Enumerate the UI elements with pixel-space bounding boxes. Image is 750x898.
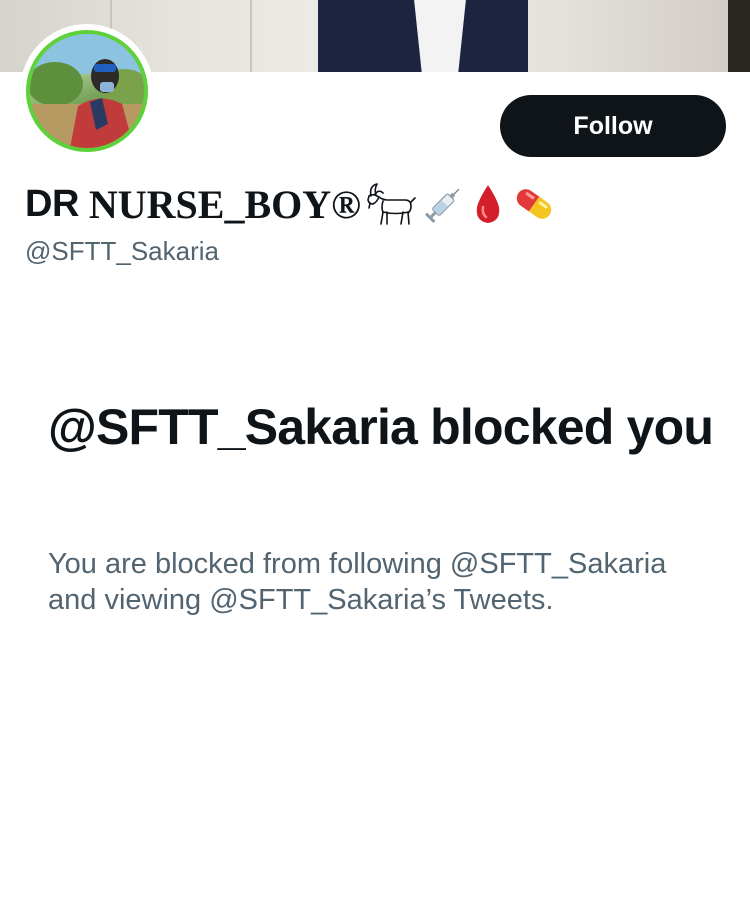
profile-handle: @SFTT_Sakaria — [25, 236, 219, 266]
blocked-title: @SFTT_Sakaria blocked you — [48, 399, 714, 455]
banner-wall-detail — [250, 0, 252, 72]
syringe-icon — [425, 188, 460, 223]
display-name-emojis — [363, 182, 557, 226]
blocked-description: You are blocked from following @SFTT_Sak… — [48, 548, 667, 616]
display-name-prefix: DR — [25, 182, 79, 225]
follow-button[interactable]: Follow — [500, 95, 726, 157]
avatar[interactable] — [26, 30, 148, 152]
pill-icon — [516, 189, 552, 219]
banner-edge — [728, 0, 750, 72]
goat-icon — [367, 183, 416, 225]
profile-display-name: DR NURSE_BOY® — [25, 176, 557, 232]
avatar-photo — [30, 34, 144, 148]
drop-of-blood-icon — [476, 185, 500, 223]
display-name-text: NURSE_BOY® — [88, 181, 362, 227]
avatar-container[interactable] — [20, 24, 154, 158]
